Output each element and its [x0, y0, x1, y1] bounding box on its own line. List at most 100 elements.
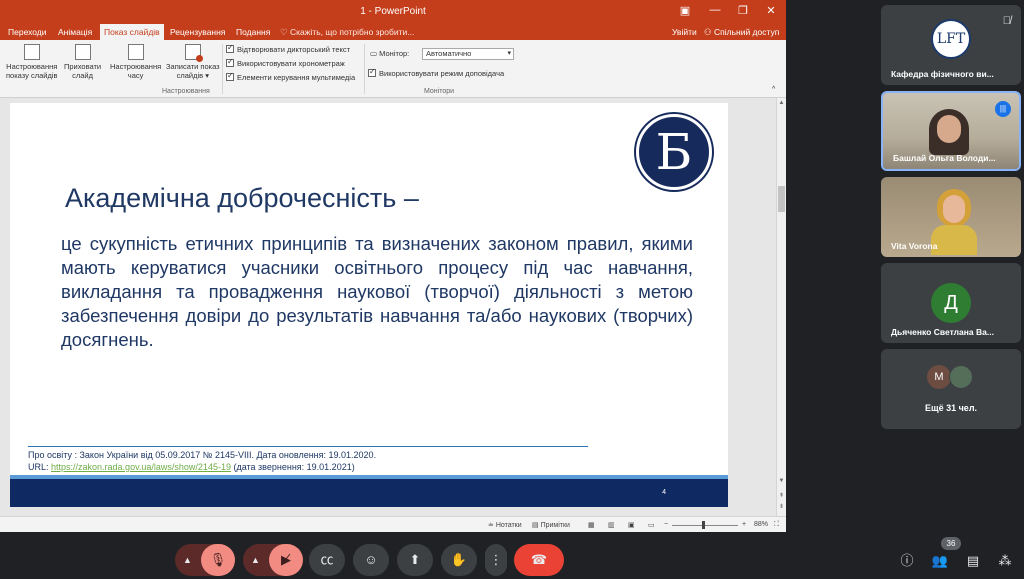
- avatar: Д: [931, 283, 971, 323]
- sorter-view-icon[interactable]: ▥: [608, 521, 615, 529]
- presenter-view-checkbox[interactable]: Використовувати режим доповідача: [368, 67, 505, 78]
- more-participants-tile[interactable]: М Ещё 31 чел.: [881, 349, 1021, 429]
- notes-icon: ≐: [488, 522, 496, 529]
- notes-button[interactable]: ≐ Нотатки: [488, 521, 522, 529]
- phone-hangup-icon: ☎: [530, 552, 548, 567]
- media-controls-checkbox[interactable]: Елементи керування мультимедіа: [226, 71, 355, 82]
- monitor-select[interactable]: Автоматично: [422, 48, 514, 60]
- zoom-out-button[interactable]: −: [664, 521, 668, 528]
- monitor-icon: ▭: [370, 49, 380, 58]
- tell-me-search[interactable]: ♡ Скажіть, що потрібно зробити...: [280, 27, 414, 38]
- activities-icon[interactable]: ⁂: [996, 552, 1014, 570]
- notes-label: Нотатки: [495, 522, 522, 529]
- raise-hand-button[interactable]: ✋: [441, 544, 477, 576]
- monitor-label: ▭ Монітор:: [370, 49, 409, 58]
- sign-in-link[interactable]: Увійти: [672, 27, 697, 37]
- tab-animations[interactable]: Анімація: [54, 26, 96, 38]
- setup-label: Настроювання показу слайдів: [6, 62, 58, 80]
- mic-off-button[interactable]: 🎙: [201, 544, 235, 576]
- avatar: М: [927, 365, 951, 389]
- chevron-up-icon[interactable]: ▲: [251, 544, 260, 576]
- department-logo: LFT: [931, 19, 971, 59]
- leave-call-button[interactable]: ☎: [514, 544, 564, 576]
- collapse-ribbon-icon[interactable]: ^: [772, 86, 775, 93]
- scroll-thumb[interactable]: [778, 186, 785, 212]
- checkbox-checked-icon: [368, 67, 376, 77]
- next-slide-icon[interactable]: ⇟: [777, 503, 786, 510]
- present-button[interactable]: ⬆: [397, 544, 433, 576]
- scroll-down-icon[interactable]: ▼: [777, 478, 786, 484]
- comment-icon: ▤: [532, 522, 541, 529]
- source-citation: Про освіту : Закон України від 05.09.201…: [28, 450, 377, 460]
- hide-slide-label: Приховати слайд: [64, 62, 102, 80]
- more-options-button[interactable]: ⋮: [485, 544, 507, 576]
- close-icon[interactable]: ✕: [756, 4, 786, 17]
- restore-icon[interactable]: ❐: [728, 4, 758, 17]
- people-icon[interactable]: 👥: [931, 552, 949, 570]
- record-label: Записати показ слайдів ▾: [166, 62, 220, 80]
- minimize-icon[interactable]: —: [700, 4, 730, 16]
- tab-review[interactable]: Рецензування: [166, 26, 229, 38]
- comments-button[interactable]: ▤ Примітки: [532, 521, 570, 529]
- ribbon-display-icon[interactable]: ▣: [670, 4, 700, 17]
- group-label-setup: Настроювання: [162, 88, 210, 95]
- meeting-info-icon[interactable]: ⓘ: [898, 552, 916, 570]
- rehearse-timings-button[interactable]: Настроювання часу: [110, 44, 161, 80]
- hide-slide-button[interactable]: Приховати слайд: [64, 44, 101, 80]
- more-participants-label: Ещё 31 чел.: [924, 403, 978, 413]
- ribbon-separator: [364, 44, 365, 94]
- participant-name: Башлай Ольга Володи...: [893, 153, 996, 163]
- tab-transitions[interactable]: Переходи: [4, 26, 51, 38]
- chevron-up-icon[interactable]: ▲: [183, 544, 192, 576]
- mic-off-icon: 🎙: [209, 552, 227, 567]
- zoom-level[interactable]: 88%: [754, 521, 768, 528]
- camera-off-button[interactable]: ▶̸: [269, 544, 303, 576]
- checkbox-checked-icon: [226, 57, 234, 67]
- person-icon: ⚇: [704, 27, 714, 37]
- zoom-slider[interactable]: [672, 525, 738, 526]
- participant-name: Vita Vorona: [891, 241, 938, 251]
- record-slideshow-button[interactable]: Записати показ слайдів ▾: [166, 44, 220, 80]
- play-narration-checkbox[interactable]: Відтворювати дикторський текст: [226, 43, 350, 54]
- vertical-scrollbar[interactable]: ▲ ▼ ⇞ ⇟: [776, 98, 786, 516]
- meet-stage: 1 - PowerPoint ▣ — ❐ ✕ Переходи Анімація…: [0, 0, 1024, 579]
- share-button[interactable]: ⚇ Спільний доступ: [704, 27, 779, 38]
- prev-slide-icon[interactable]: ⇞: [777, 492, 786, 499]
- participant-tile[interactable]: Д Дьяченко Светлана Ва...: [881, 263, 1021, 343]
- participant-tile-active-speaker[interactable]: ||| Башлай Ольга Володи...: [881, 91, 1021, 171]
- ribbon-tabs: Переходи Анімація Показ слайдів Рецензув…: [0, 24, 786, 40]
- slide-body-text: це сукупність етичних принципів та визна…: [61, 233, 693, 350]
- captions-icon: ㏄: [320, 552, 334, 567]
- ppt-window-title: 1 - PowerPoint: [360, 6, 426, 17]
- zoom-in-button[interactable]: +: [742, 521, 746, 528]
- reading-view-icon[interactable]: ▣: [628, 521, 635, 529]
- tab-view[interactable]: Подання: [232, 26, 274, 38]
- participant-video-face: [943, 195, 965, 223]
- speaking-indicator-icon: |||: [995, 101, 1011, 117]
- zoom-slider-thumb[interactable]: [702, 521, 705, 529]
- source-url-link[interactable]: https://zakon.rada.gov.ua/laws/show/2145…: [51, 462, 231, 472]
- monitor-label-text: Монітор:: [379, 49, 410, 58]
- chat-icon[interactable]: ▤: [964, 552, 982, 570]
- university-logo: Б: [636, 114, 712, 190]
- participant-tile[interactable]: LFT 🎙̸ Кафедра фізичного ви...: [881, 5, 1021, 85]
- ribbon-separator: [222, 44, 223, 94]
- setup-slideshow-button[interactable]: Настроювання показу слайдів: [6, 44, 57, 80]
- normal-view-icon[interactable]: ▦: [588, 521, 595, 529]
- participant-tile[interactable]: Vita Vorona: [881, 177, 1021, 257]
- scroll-up-icon[interactable]: ▲: [777, 100, 786, 106]
- mic-control-group: ▲ 🎙: [175, 544, 235, 576]
- present-screen-icon: ⬆: [409, 552, 421, 567]
- use-timings-checkbox[interactable]: Використовувати хронометраж: [226, 57, 345, 68]
- tab-slide-show[interactable]: Показ слайдів: [100, 24, 164, 40]
- fit-slide-icon[interactable]: ⛶: [774, 521, 779, 529]
- captions-button[interactable]: ㏄: [309, 544, 345, 576]
- participant-name: Кафедра фізичного ви...: [891, 69, 994, 79]
- checkbox-checked-icon: [226, 43, 234, 53]
- reactions-button[interactable]: ☺: [353, 544, 389, 576]
- presenter-view-label: Використовувати режим доповідача: [379, 69, 505, 78]
- slide-workspace: Б Академічна доброчесність – це сукупніс…: [0, 98, 786, 516]
- emoji-icon: ☺: [364, 552, 378, 567]
- source-access-date: (дата звернення: 19.01.2021): [230, 462, 355, 472]
- slideshow-view-icon[interactable]: ▭: [648, 521, 655, 529]
